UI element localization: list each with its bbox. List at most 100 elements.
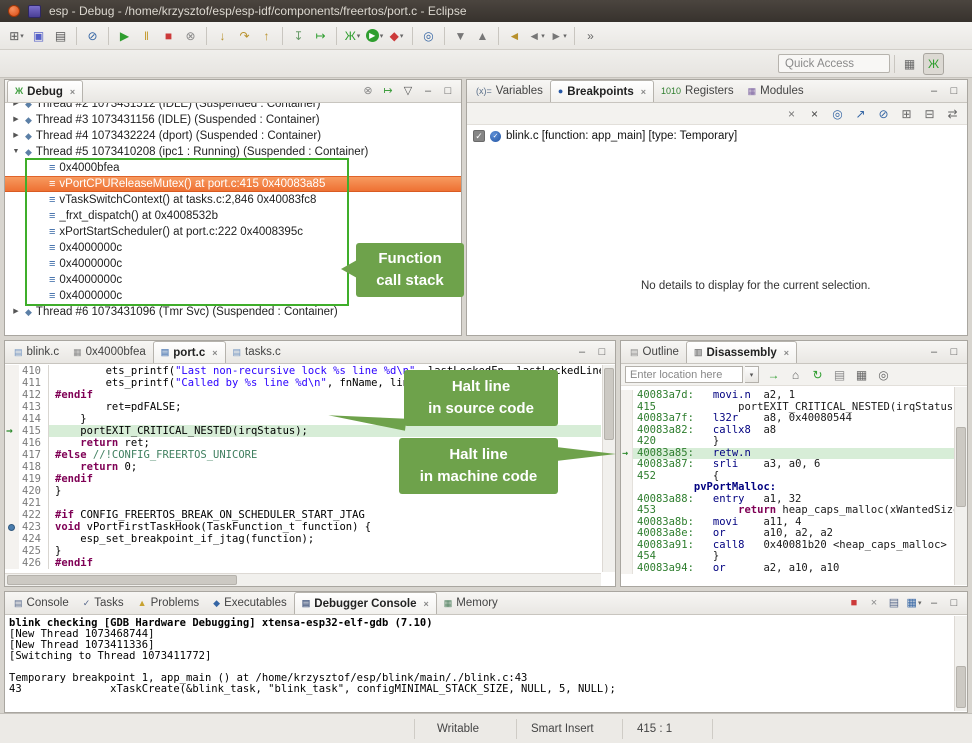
external-tools-button[interactable]: ◆▾: [386, 25, 407, 47]
collapsed-expander-icon[interactable]: ▶: [11, 304, 21, 320]
save-button[interactable]: ▣: [28, 25, 49, 47]
collapse-all-button[interactable]: ⊟: [919, 103, 940, 125]
minimize-view-button[interactable]: –: [925, 594, 943, 612]
run-button[interactable]: ▶▾: [364, 25, 385, 47]
minimize-view-button[interactable]: –: [925, 82, 943, 100]
link-with-debug-view-toggle[interactable]: ⇄: [942, 103, 963, 125]
remove-launch-button[interactable]: ×: [865, 594, 883, 612]
quick-access-input[interactable]: Quick Access: [778, 54, 890, 73]
tab-debug[interactable]: ЖDebug×: [7, 80, 83, 102]
tab-tasks-c[interactable]: ▤tasks.c: [226, 341, 288, 363]
breakpoint-checkbox[interactable]: ✓: [473, 130, 485, 142]
skip-all-breakpoints-toggle[interactable]: ⊘: [873, 103, 894, 125]
debug-stack-frame[interactable]: ≡vTaskSwitchContext() at tasks.c:2,846 0…: [5, 192, 461, 208]
show-source-toggle[interactable]: ▤: [829, 364, 850, 386]
tab-console[interactable]: ▤Console: [7, 592, 76, 614]
show-breakpoints-for-selection-toggle[interactable]: ◎: [827, 103, 848, 125]
terminate-button[interactable]: ■: [845, 594, 863, 612]
new-wizard-button[interactable]: ⊞▾: [6, 25, 27, 47]
tab-debugger-console[interactable]: ▤Debugger Console×: [294, 592, 437, 614]
close-tab-icon[interactable]: ×: [424, 599, 429, 609]
go-to-file-button[interactable]: ↗: [850, 103, 871, 125]
tab-problems[interactable]: ▲Problems: [131, 592, 207, 614]
close-tab-icon[interactable]: ×: [784, 348, 789, 358]
open-perspective-button[interactable]: ▦: [899, 53, 920, 75]
editor-horizontal-scrollbar[interactable]: [5, 573, 601, 586]
back-button[interactable]: ◄▾: [526, 25, 547, 47]
tab-variables[interactable]: (x)=Variables: [469, 80, 550, 102]
remove-all-breakpoints-button[interactable]: ×: [804, 103, 825, 125]
minimize-view-button[interactable]: –: [419, 82, 437, 100]
expanded-expander-icon[interactable]: ▼: [11, 144, 21, 160]
tab-outline[interactable]: ▤Outline: [623, 341, 686, 363]
drop-to-frame-button[interactable]: ↧: [288, 25, 309, 47]
disassembly-vertical-scrollbar[interactable]: [954, 387, 967, 585]
collapsed-expander-icon[interactable]: ▶: [11, 128, 21, 144]
terminate-button[interactable]: ■: [158, 25, 179, 47]
toolbar-overflow-button[interactable]: »: [580, 25, 601, 47]
previous-annotation-button[interactable]: ▲: [472, 25, 493, 47]
tab-executables[interactable]: ◆Executables: [206, 592, 294, 614]
maximize-view-button[interactable]: □: [945, 82, 963, 100]
forward-button[interactable]: ►▾: [548, 25, 569, 47]
suspend-button[interactable]: ‖: [136, 25, 157, 47]
tab-disassembly[interactable]: ▥Disassembly×: [686, 341, 797, 363]
instruction-stepping-toggle[interactable]: ↦: [379, 82, 397, 100]
tab-registers[interactable]: 1010Registers: [654, 80, 741, 102]
open-new-view-button[interactable]: ▦: [851, 364, 872, 386]
tab-blink-c[interactable]: ▤blink.c: [7, 341, 66, 363]
step-return-button[interactable]: ↑: [256, 25, 277, 47]
tab-breakpoints[interactable]: ●Breakpoints×: [550, 80, 654, 102]
collapsed-expander-icon[interactable]: ▶: [11, 103, 21, 112]
location-input[interactable]: Enter location here: [625, 366, 743, 383]
breakpoint-list-item[interactable]: ✓ ✓ blink.c [function: app_main] [type: …: [473, 130, 737, 142]
debug-thread-row[interactable]: ▼◆Thread #5 1073410208 (ipc1 : Running) …: [5, 144, 461, 160]
expand-all-button[interactable]: ⊞: [896, 103, 917, 125]
step-over-button[interactable]: ↷: [234, 25, 255, 47]
debug-button[interactable]: Ж▾: [342, 25, 363, 47]
debug-stack-frame[interactable]: ≡xPortStartScheduler() at port.c:222 0x4…: [5, 224, 461, 240]
close-tab-icon[interactable]: ×: [212, 348, 217, 358]
debug-stack-frame[interactable]: ≡_frxt_dispatch() at 0x4008532b: [5, 208, 461, 224]
maximize-view-button[interactable]: □: [945, 594, 963, 612]
close-tab-icon[interactable]: ×: [70, 87, 75, 97]
debug-thread-row[interactable]: ▶◆Thread #6 1073431096 (Tmr Svc) (Suspen…: [5, 304, 461, 320]
instruction-stepping-button[interactable]: ↦: [310, 25, 331, 47]
pin-view-button[interactable]: ◎: [873, 364, 894, 386]
view-menu-button[interactable]: ▽: [399, 82, 417, 100]
refresh-button[interactable]: ↻: [807, 364, 828, 386]
last-edit-location-button[interactable]: ◄: [504, 25, 525, 47]
maximize-view-button[interactable]: □: [439, 82, 457, 100]
resume-button[interactable]: ▶: [114, 25, 135, 47]
remove-all-terminated-button[interactable]: ⊗: [359, 82, 377, 100]
print-button[interactable]: ▤: [50, 25, 71, 47]
tab-0x4000bfea[interactable]: ▦0x4000bfea: [66, 341, 153, 363]
collapsed-expander-icon[interactable]: ▶: [11, 112, 21, 128]
maximize-view-button[interactable]: □: [593, 343, 611, 361]
skip-all-breakpoints-button[interactable]: ⊘: [82, 25, 103, 47]
minimize-view-button[interactable]: –: [925, 343, 943, 361]
console-vertical-scrollbar[interactable]: [954, 616, 967, 711]
debug-thread-row[interactable]: ▶◆Thread #4 1073432224 (dport) (Suspende…: [5, 128, 461, 144]
step-into-button[interactable]: ↓: [212, 25, 233, 47]
tab-memory[interactable]: ▦Memory: [437, 592, 505, 614]
maximize-view-button[interactable]: □: [945, 343, 963, 361]
window-close-button[interactable]: [8, 5, 20, 17]
disconnect-button[interactable]: ⊗: [180, 25, 201, 47]
remove-breakpoint-button[interactable]: ×: [781, 103, 802, 125]
console-output[interactable]: blink checking [GDB Hardware Debugging] …: [9, 617, 953, 712]
minimize-view-button[interactable]: –: [573, 343, 591, 361]
debug-stack-frame[interactable]: ≡0x4000bfea: [5, 160, 461, 176]
editor-vertical-scrollbar[interactable]: [602, 365, 615, 572]
close-tab-icon[interactable]: ×: [641, 87, 646, 97]
next-annotation-button[interactable]: ▼: [450, 25, 471, 47]
display-console-button[interactable]: ▦▾: [905, 594, 923, 612]
location-dropdown-icon[interactable]: ▾: [745, 366, 759, 383]
tab-port-c[interactable]: ▤port.c×: [153, 341, 226, 363]
tab-modules[interactable]: ▦Modules: [741, 80, 811, 102]
tab-tasks[interactable]: ✓Tasks: [76, 592, 131, 614]
debug-thread-row[interactable]: ▶◆Thread #3 1073431156 (IDLE) (Suspended…: [5, 112, 461, 128]
disassembly-listing[interactable]: 40083a7d: movi.n a2, 1415 portEXIT_CRITI…: [621, 386, 954, 586]
home-button[interactable]: ⌂: [785, 364, 806, 386]
clear-console-button[interactable]: ▤: [885, 594, 903, 612]
